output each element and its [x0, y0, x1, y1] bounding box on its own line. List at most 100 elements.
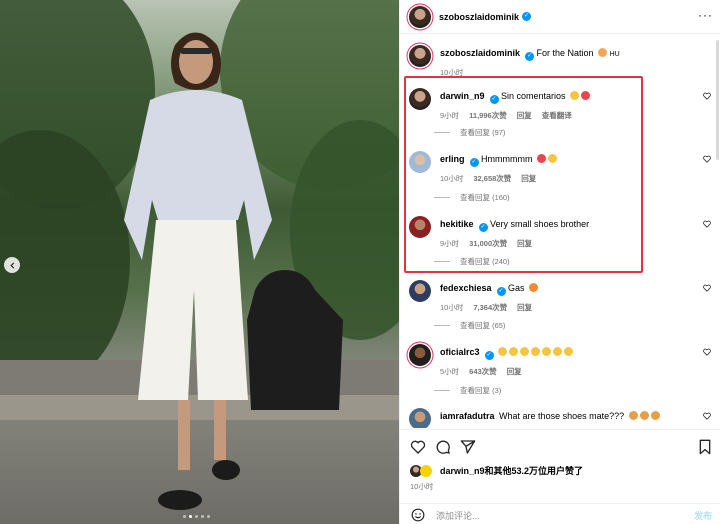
- carousel-dot: [201, 515, 204, 518]
- commenter-avatar[interactable]: [409, 151, 431, 173]
- author-avatar[interactable]: [409, 5, 431, 28]
- comment-text: Sin comentarios: [501, 91, 566, 101]
- comment-like-heart-icon[interactable]: [703, 155, 711, 163]
- comment-like-heart-icon[interactable]: [703, 412, 711, 420]
- clapping-emoji-icon: [498, 347, 508, 356]
- post-photo[interactable]: [0, 0, 399, 524]
- comment-icon[interactable]: [435, 439, 451, 455]
- comment-time: 9小时: [440, 239, 460, 248]
- commenter-username[interactable]: hekitike: [440, 219, 474, 229]
- fire-emoji-icon: [529, 283, 539, 292]
- see-translation-button[interactable]: 查看翻译: [542, 110, 572, 121]
- post-side-panel: szoboszlaidominik ✓ ··· szoboszlaidomini…: [399, 0, 720, 524]
- commenter-avatar[interactable]: [409, 408, 431, 428]
- emoji-icon: [639, 411, 649, 420]
- clapping-emoji-icon: [531, 347, 541, 356]
- likes-summary[interactable]: darwin_n9 和其他53.2万位用户赞了: [410, 464, 583, 477]
- carousel-dot: [183, 515, 186, 518]
- emoji-icon: [548, 154, 558, 163]
- view-replies-label[interactable]: 查看回复 (65): [460, 320, 505, 331]
- view-replies-button[interactable]: 查看回复 (65): [434, 320, 505, 331]
- likes-username[interactable]: darwin_n9: [440, 466, 485, 476]
- commenter-avatar[interactable]: [409, 344, 431, 366]
- heart-icon[interactable]: [410, 439, 426, 455]
- previous-image-button[interactable]: [4, 257, 20, 273]
- comment-likes[interactable]: 7,364次赞: [473, 302, 507, 313]
- verified-badge-icon: ✓: [469, 158, 479, 167]
- carousel-dot: [207, 515, 210, 518]
- replies-divider: [434, 132, 450, 133]
- liker-avatar: [420, 464, 432, 477]
- reply-button[interactable]: 回复: [521, 173, 536, 184]
- comment-like-heart-icon[interactable]: [703, 92, 711, 100]
- clapping-emoji-icon: [542, 347, 552, 356]
- caption-suffix: HU: [609, 51, 620, 58]
- replies-divider: [434, 325, 450, 326]
- author-username[interactable]: szoboszlaidominik: [439, 12, 519, 22]
- verified-badge-icon: ✓: [496, 287, 506, 296]
- comment-text: Hmmmmmm: [481, 154, 533, 164]
- emoji-icon: [581, 91, 591, 100]
- emoji-icon: [650, 411, 660, 420]
- comment-text: Gas: [508, 283, 525, 293]
- post-comment-button[interactable]: 发布: [694, 509, 712, 522]
- commenter-username[interactable]: fedexchiesa: [440, 283, 492, 293]
- view-replies-button[interactable]: 查看回复 (240): [434, 256, 510, 267]
- comment-likes[interactable]: 32,658次赞: [473, 173, 511, 184]
- comment-time: 10小时: [440, 303, 464, 312]
- flexed-arm-emoji-icon: [598, 48, 608, 57]
- share-icon[interactable]: [460, 439, 476, 455]
- comment-input[interactable]: 添加评论...: [436, 509, 480, 522]
- commenter-username[interactable]: erling: [440, 154, 465, 164]
- commenter-username[interactable]: darwin_n9: [440, 91, 485, 101]
- comment-likes[interactable]: 31,000次赞: [469, 238, 507, 249]
- comment-likes[interactable]: 11,996次赞: [469, 110, 507, 121]
- emoji-icon: [537, 154, 547, 163]
- reply-button[interactable]: 回复: [517, 110, 532, 121]
- view-replies-button[interactable]: 查看回复 (3): [434, 385, 501, 396]
- comment-like-heart-icon[interactable]: [703, 220, 711, 228]
- verified-badge-icon: ✓: [525, 52, 535, 61]
- reply-button[interactable]: 回复: [517, 302, 532, 313]
- author-avatar[interactable]: [409, 45, 431, 67]
- more-options-icon[interactable]: ···: [698, 9, 713, 21]
- emoji-icon: [628, 411, 638, 420]
- comment-time: 10小时: [440, 174, 464, 183]
- likes-text[interactable]: 和其他53.2万位用户赞了: [485, 464, 584, 477]
- post-header: szoboszlaidominik ✓ ···: [400, 0, 720, 34]
- replies-divider: [434, 197, 450, 198]
- view-replies-button[interactable]: 查看回复 (97): [434, 127, 505, 138]
- comment-likes[interactable]: 643次赞: [469, 366, 497, 377]
- view-replies-label[interactable]: 查看回复 (97): [460, 127, 505, 138]
- clapping-emoji-icon: [509, 347, 519, 356]
- comments-list[interactable]: szoboszlaidominik ✓ For the Nation HU 10小…: [400, 35, 720, 428]
- view-replies-label[interactable]: 查看回复 (3): [460, 385, 501, 396]
- comments-scrollbar[interactable]: [716, 40, 719, 160]
- view-replies-label[interactable]: 查看回复 (240): [460, 256, 510, 267]
- comment-like-heart-icon[interactable]: [703, 348, 711, 356]
- reply-button[interactable]: 回复: [507, 366, 522, 377]
- comment-composer: 添加评论... 发布: [400, 503, 720, 524]
- caption-time: 10小时: [440, 68, 464, 77]
- caption-text: For the Nation: [536, 48, 594, 58]
- reply-button[interactable]: 回复: [517, 238, 532, 249]
- view-replies-button[interactable]: 查看回复 (160): [434, 192, 510, 203]
- carousel-dot-active: [189, 515, 192, 518]
- commenter-avatar[interactable]: [409, 216, 431, 238]
- verified-badge-icon: ✓: [489, 95, 499, 104]
- verified-badge-icon: ✓: [484, 351, 494, 360]
- caption-username[interactable]: szoboszlaidominik: [440, 48, 520, 58]
- carousel-indicator: [183, 515, 210, 518]
- chevron-left-icon: [9, 261, 14, 269]
- comment-like-heart-icon[interactable]: [703, 284, 711, 292]
- commenter-avatar[interactable]: [409, 280, 431, 302]
- clapping-emoji-icon: [553, 347, 563, 356]
- commenter-avatar[interactable]: [409, 88, 431, 110]
- commenter-username[interactable]: iamrafadutra: [440, 411, 495, 421]
- commenter-username[interactable]: oficialrc3: [440, 347, 480, 357]
- emoji-picker-icon[interactable]: [411, 508, 425, 522]
- bookmark-icon[interactable]: [697, 439, 713, 455]
- carousel-dot: [195, 515, 198, 518]
- emoji-icon: [570, 91, 580, 100]
- view-replies-label[interactable]: 查看回复 (160): [460, 192, 510, 203]
